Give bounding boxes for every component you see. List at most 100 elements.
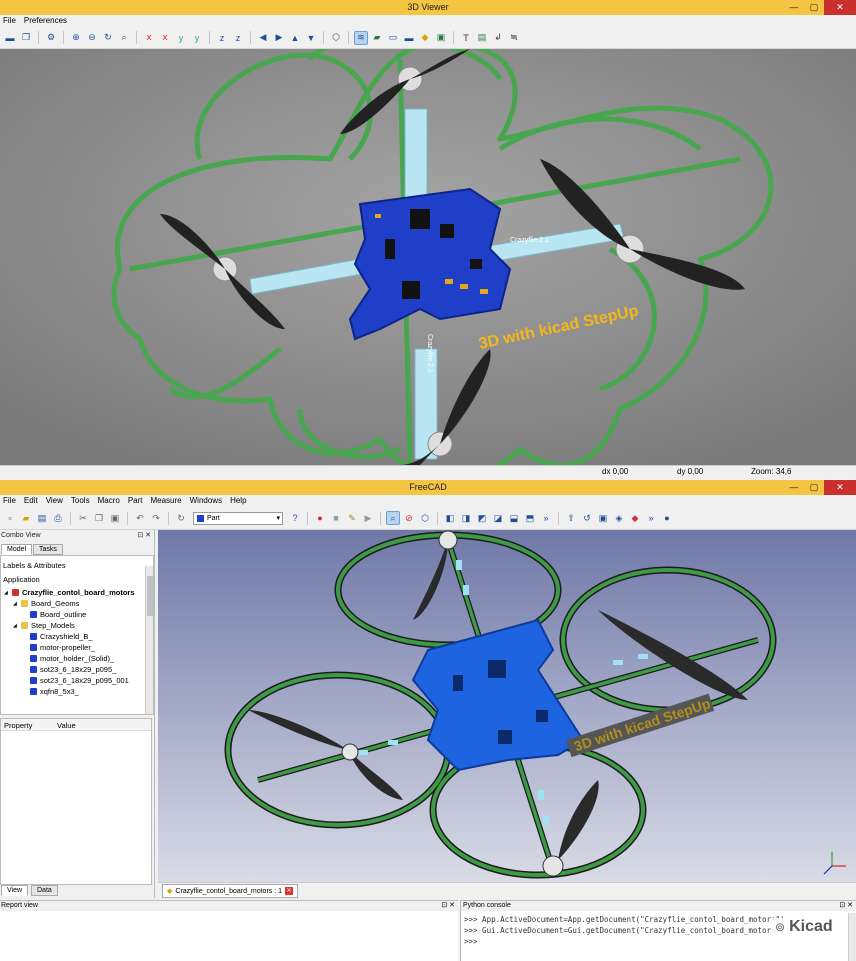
menu-preferences[interactable]: Preferences (24, 15, 67, 27)
maximize-button[interactable]: ▢ (804, 0, 824, 15)
menu-measure[interactable]: Measure (150, 495, 181, 507)
copy-icon[interactable]: ❐ (92, 511, 106, 525)
new-icon[interactable]: ▫ (3, 511, 17, 525)
minimize-button[interactable]: — (784, 0, 804, 15)
undock-icon[interactable]: ⊡ ✕ (137, 531, 151, 539)
menu-view[interactable]: View (46, 495, 63, 507)
report-undock-icon[interactable]: ⊡ ✕ (441, 901, 455, 911)
view-bottom-icon[interactable]: ⬓ (507, 511, 521, 525)
viewer-canvas[interactable]: Crazyflie 2.1 Crazyflie 2.1 3D with kica… (0, 49, 856, 465)
expand-arrow-icon[interactable]: ◢ (13, 623, 18, 629)
edit-macro-icon[interactable]: ✎ (345, 511, 359, 525)
smd-icon[interactable]: ▬ (402, 31, 416, 45)
stop-macro-icon[interactable]: ■ (329, 511, 343, 525)
globe-icon[interactable]: ● (660, 511, 674, 525)
move-down-icon[interactable]: ▼ (304, 31, 318, 45)
save-icon[interactable]: ▤ (35, 511, 49, 525)
freecad-3d-view[interactable]: 3D with kicad StepUp (158, 530, 856, 882)
ortho-icon[interactable]: ⬡ (329, 31, 343, 45)
comments-icon[interactable]: ↲ (491, 31, 505, 45)
tree-item[interactable]: ◢ Step_Models (13, 621, 75, 630)
rotate-y-neg-icon[interactable]: y (190, 31, 204, 45)
console-undock-icon[interactable]: ⊡ ✕ (839, 901, 853, 911)
tree-item[interactable]: sot23_6_18x29_p095_ (22, 665, 116, 674)
rotate-x-icon[interactable]: ⅹ (142, 31, 156, 45)
eco-icon[interactable]: ≒ (507, 31, 521, 45)
paste-icon[interactable]: ▣ (108, 511, 122, 525)
close-tab-icon[interactable]: ✕ (285, 887, 294, 895)
tree-item[interactable]: motor_holder_(Solid)_ (22, 654, 114, 663)
python-console[interactable]: Python console ⊡ ✕ >>> App.ActiveDocumen… (460, 900, 856, 961)
settings-icon[interactable]: ⚙ (44, 31, 58, 45)
tab-model[interactable]: Model (1, 544, 33, 555)
run-macro-icon[interactable]: ▶ (361, 511, 375, 525)
redo-icon[interactable]: ↷ (149, 511, 163, 525)
refresh-icon[interactable]: ↻ (174, 511, 188, 525)
rotate-z-neg-icon[interactable]: z (231, 31, 245, 45)
view-front-icon[interactable]: ◧ (443, 511, 457, 525)
tree-item[interactable]: xqfn8_5x3_ (22, 687, 79, 696)
stepup-load-icon[interactable]: ⇪ (564, 511, 578, 525)
stepup-more-icon[interactable]: » (644, 511, 658, 525)
menu-help[interactable]: Help (230, 495, 246, 507)
tree-scrollbar[interactable] (145, 566, 153, 714)
tree-item[interactable]: Crazyshield_B_ (22, 632, 93, 641)
zones-icon[interactable]: ◆ (418, 31, 432, 45)
maximize-button[interactable]: ▢ (804, 480, 824, 495)
console-prompt[interactable]: >>> (464, 937, 478, 946)
isometric-icon[interactable]: ⬡ (418, 511, 432, 525)
zoom-in-icon[interactable]: ⊕ (69, 31, 83, 45)
tab-tasks[interactable]: Tasks (33, 544, 63, 555)
stepup-rotate-icon[interactable]: ↺ (580, 511, 594, 525)
document-tab[interactable]: ◆ Crazyflie_contol_board_motors : 1 ✕ (162, 884, 299, 898)
workbench-select[interactable]: Part ▾ (193, 511, 283, 525)
tree-item[interactable]: motor-propeller_ (22, 643, 95, 652)
zoom-out-icon[interactable]: ⊖ (85, 31, 99, 45)
silk-icon[interactable]: ▣ (434, 31, 448, 45)
copper-icon[interactable]: ▤ (475, 31, 489, 45)
menu-windows[interactable]: Windows (190, 495, 222, 507)
tree-item[interactable]: Board_outline (22, 610, 86, 619)
tree-item[interactable]: ◢ Crazyflie_contol_board_motors (4, 588, 135, 597)
close-button[interactable]: ✕ (824, 480, 856, 495)
tree-item[interactable]: ◢ Board_Geoms (13, 599, 79, 608)
undo-icon[interactable]: ↶ (133, 511, 147, 525)
menu-macro[interactable]: Macro (98, 495, 120, 507)
stepup-pull-icon[interactable]: ◆ (628, 511, 642, 525)
rotate-x-neg-icon[interactable]: ⅹ (158, 31, 172, 45)
rotate-z-icon[interactable]: z (215, 31, 229, 45)
expand-arrow-icon[interactable]: ◢ (4, 590, 9, 596)
view-rear-icon[interactable]: ◪ (491, 511, 505, 525)
move-right-icon[interactable]: ▶ (272, 31, 286, 45)
view-top-icon[interactable]: ◨ (459, 511, 473, 525)
tab-view[interactable]: View (1, 885, 29, 896)
menu-part[interactable]: Part (128, 495, 143, 507)
zoom-fit-icon[interactable]: ⌕ (117, 31, 131, 45)
text-icon[interactable]: T (459, 31, 473, 45)
whats-this-icon[interactable]: ? (288, 511, 302, 525)
layers-icon[interactable]: ≋ (354, 30, 368, 45)
more-icon[interactable]: » (539, 511, 553, 525)
record-macro-icon[interactable]: ● (313, 511, 327, 525)
view-left-icon[interactable]: ⬒ (523, 511, 537, 525)
menu-edit[interactable]: Edit (24, 495, 38, 507)
tab-data[interactable]: Data (31, 885, 58, 896)
menu-file[interactable]: File (3, 495, 16, 507)
move-left-icon[interactable]: ◀ (256, 31, 270, 45)
cut-icon[interactable]: ✂ (76, 511, 90, 525)
draw-style-icon[interactable]: ⊘ (402, 511, 416, 525)
close-button[interactable]: ✕ (824, 0, 856, 15)
move-up-icon[interactable]: ▲ (288, 31, 302, 45)
menu-file[interactable]: File (3, 15, 16, 27)
copy-icon[interactable]: ❐ (19, 31, 33, 45)
menu-tools[interactable]: Tools (71, 495, 90, 507)
minimize-button[interactable]: — (784, 480, 804, 495)
stepup-export-icon[interactable]: ▣ (596, 511, 610, 525)
fit-all-icon[interactable]: ⌕ (386, 511, 400, 525)
render-icon[interactable]: ▬ (3, 31, 17, 45)
view-right-icon[interactable]: ◩ (475, 511, 489, 525)
tree-item[interactable]: sot23_6_18x29_p095_001 (22, 676, 129, 685)
scroll-thumb[interactable] (147, 576, 153, 616)
console-scrollbar[interactable] (848, 913, 856, 961)
stepup-push-icon[interactable]: ◈ (612, 511, 626, 525)
